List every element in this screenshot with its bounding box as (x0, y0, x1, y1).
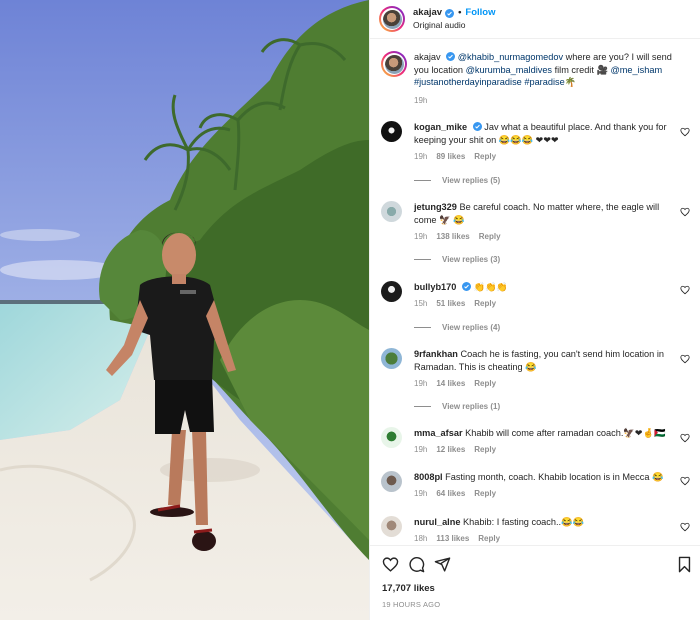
comment-username[interactable]: 9rfankhan (414, 349, 458, 359)
separator-dot: • (458, 7, 462, 18)
like-comment-heart-icon[interactable] (680, 476, 690, 486)
comment-likes[interactable]: 64 likes (436, 489, 465, 498)
comment-likes[interactable]: 14 likes (436, 379, 465, 388)
original-audio-link[interactable]: Original audio (413, 19, 495, 31)
like-comment-heart-icon[interactable] (680, 127, 690, 137)
comment-username[interactable]: 8008pl (414, 472, 443, 482)
like-comment-heart-icon[interactable] (680, 354, 690, 364)
comment-username[interactable]: jetung329 (414, 202, 457, 212)
comment-meta: 19h 138 likes Reply (414, 232, 510, 241)
commenter-avatar[interactable] (381, 516, 402, 537)
like-comment-heart-icon[interactable] (680, 207, 690, 217)
post-header: akajav • Follow Original audio (370, 0, 700, 39)
comment-meta: 19h 64 likes Reply (414, 489, 505, 498)
likes-count[interactable]: 17,707 likes (382, 583, 435, 594)
hashtag-link[interactable]: #paradise🌴 (524, 77, 576, 87)
commenter-avatar[interactable] (381, 281, 402, 302)
comment-text: Khabib: I fasting coach..😂😂 (463, 517, 584, 527)
comment-meta: 15h 51 likes Reply (414, 299, 505, 308)
verified-icon (445, 8, 455, 18)
view-replies-button[interactable]: View replies (3) (414, 255, 500, 264)
mention-link[interactable]: @kurumba_maldives (466, 65, 552, 75)
comments-list[interactable]: akajav @khabib_nurmagomedov where are yo… (370, 40, 700, 545)
caption-username[interactable]: akajav (414, 52, 441, 62)
reply-button[interactable]: Reply (474, 299, 496, 308)
comment-time: 19h (414, 489, 428, 498)
author-avatar[interactable] (379, 6, 405, 32)
comment-username[interactable]: nurul_alne (414, 517, 460, 527)
verified-icon (461, 282, 471, 291)
hashtag-link[interactable]: #justanotherdayinparadise (414, 77, 522, 87)
caption-text: film credit 🎥 (552, 64, 611, 75)
mention-link[interactable]: @me_isham (610, 65, 662, 75)
comment-time: 19h (414, 232, 428, 241)
comment-text: Khabib will come after ramadan coach.🦅❤🤞… (465, 428, 666, 438)
post-timestamp: 19 HOURS AGO (382, 600, 441, 609)
comment-username[interactable]: bullyb170 (414, 282, 456, 292)
post-actions: 17,707 likes 19 HOURS AGO (370, 545, 700, 620)
post-dialog: akajav • Follow Original audio akajav @k… (0, 0, 700, 620)
reply-button[interactable]: Reply (474, 379, 496, 388)
commenter-avatar[interactable] (381, 348, 402, 369)
comment-meta: 18h 113 likes Reply (414, 534, 509, 543)
comment-likes[interactable]: 89 likes (436, 152, 465, 161)
beach-scene-image (0, 0, 369, 620)
comment-text: Fasting month, coach. Khabib location is… (445, 472, 664, 482)
save-icon[interactable] (676, 556, 693, 573)
like-comment-heart-icon[interactable] (680, 285, 690, 295)
post-sidebar: akajav • Follow Original audio akajav @k… (369, 0, 700, 620)
comment-meta: 19h 89 likes Reply (414, 152, 505, 161)
view-replies-button[interactable]: View replies (4) (414, 323, 500, 332)
like-comment-heart-icon[interactable] (680, 433, 690, 443)
commenter-avatar[interactable] (381, 121, 402, 142)
verified-icon (472, 122, 482, 131)
author-username[interactable]: akajav (413, 7, 442, 19)
comment-username[interactable]: kogan_mike (414, 122, 467, 132)
comment-time: 15h (414, 299, 428, 308)
reply-button[interactable]: Reply (479, 232, 501, 241)
comment-icon[interactable] (408, 556, 425, 573)
post-video[interactable] (0, 0, 369, 620)
comment-username[interactable]: mma_afsar (414, 428, 463, 438)
follow-button[interactable]: Follow (465, 7, 495, 19)
reply-button[interactable]: Reply (478, 534, 500, 543)
comment-time: 19h (414, 445, 428, 454)
comment-likes[interactable]: 113 likes (436, 534, 469, 543)
view-replies-button[interactable]: View replies (5) (414, 176, 500, 185)
comment-likes[interactable]: 51 likes (436, 299, 465, 308)
share-icon[interactable] (434, 556, 451, 573)
mention-link[interactable]: @khabib_nurmagomedov (458, 52, 563, 62)
caption-avatar[interactable] (381, 51, 407, 77)
comment-text: 👏👏👏 (473, 282, 508, 292)
comment-time: 18h (414, 534, 428, 543)
reply-button[interactable]: Reply (474, 445, 496, 454)
heart-icon[interactable] (382, 556, 399, 573)
reply-button[interactable]: Reply (474, 489, 496, 498)
view-replies-button[interactable]: View replies (1) (414, 402, 500, 411)
reply-button[interactable]: Reply (474, 152, 496, 161)
comment-likes[interactable]: 138 likes (436, 232, 469, 241)
comment-meta: 19h 12 likes Reply (414, 445, 505, 454)
commenter-avatar[interactable] (381, 427, 402, 448)
comment-likes[interactable]: 12 likes (436, 445, 465, 454)
caption-time: 19h (414, 96, 428, 105)
comment-time: 19h (414, 152, 428, 161)
like-comment-heart-icon[interactable] (680, 522, 690, 532)
commenter-avatar[interactable] (381, 471, 402, 492)
comment-meta: 19h 14 likes Reply (414, 379, 505, 388)
comment-time: 19h (414, 379, 428, 388)
verified-icon (446, 52, 456, 61)
commenter-avatar[interactable] (381, 201, 402, 222)
